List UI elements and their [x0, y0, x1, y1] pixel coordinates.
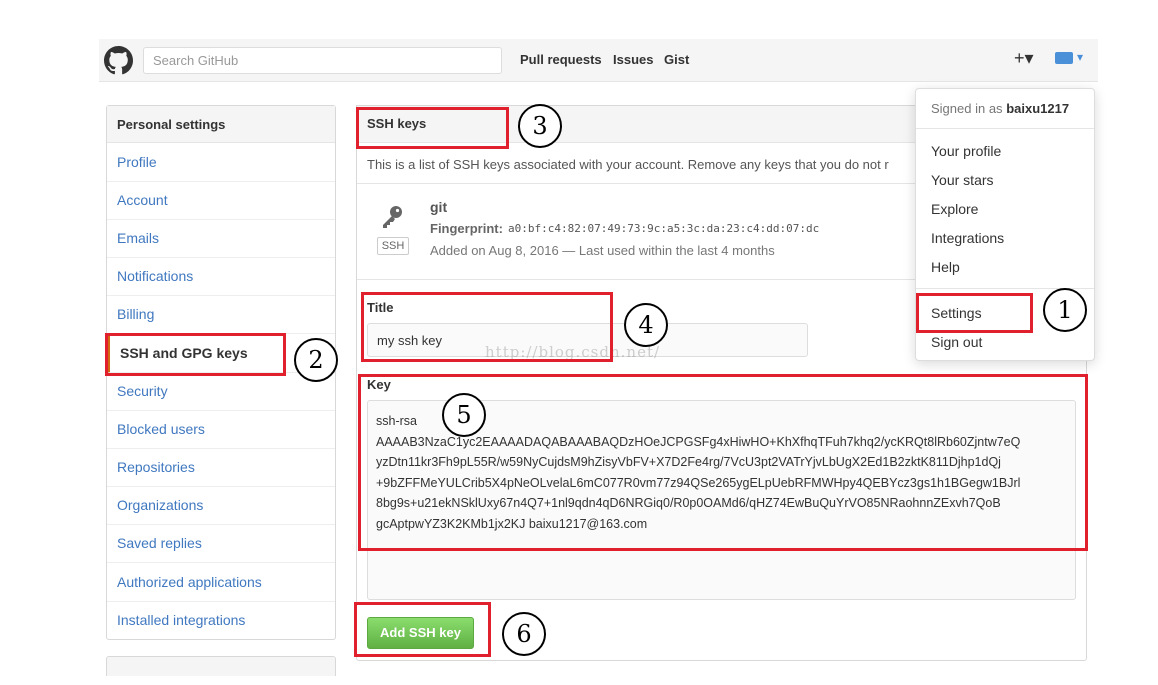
- dropdown-item-help[interactable]: Help: [931, 259, 960, 275]
- github-logo-icon[interactable]: [104, 46, 133, 75]
- dropdown-divider: [916, 128, 1094, 129]
- sidebar-item-profile[interactable]: Profile: [107, 144, 335, 182]
- signed-in-username: baixu1217: [1006, 101, 1070, 116]
- sidebar-item-account[interactable]: Account: [107, 182, 335, 220]
- search-input[interactable]: Search GitHub: [143, 47, 502, 74]
- sidebar-item-security[interactable]: Security: [107, 373, 335, 411]
- sidebar-item-authorized-applications[interactable]: Authorized applications: [107, 564, 335, 602]
- annotation-box-settings: [916, 293, 1033, 333]
- dropdown-item-your-profile[interactable]: Your profile: [931, 143, 1001, 159]
- key-name: git: [430, 199, 448, 215]
- key-icon: [378, 202, 406, 230]
- sidebar-heading: Personal settings: [107, 106, 335, 143]
- annotation-circle-1: 1: [1043, 288, 1087, 332]
- key-fingerprint-label: Fingerprint:: [430, 221, 503, 236]
- annotation-circle-4: 4: [624, 303, 668, 347]
- key-added-info: Added on Aug 8, 2016 — Last used within …: [430, 243, 775, 258]
- sidebar-item-notifications[interactable]: Notifications: [107, 258, 335, 296]
- annotation-circle-3: 3: [518, 104, 562, 148]
- annotation-box-add-button: [354, 602, 491, 657]
- sidebar-item-emails[interactable]: Emails: [107, 220, 335, 258]
- nav-gist[interactable]: Gist: [664, 52, 689, 67]
- annotation-box-ssh-keys: [356, 107, 509, 149]
- annotation-circle-6: 6: [502, 612, 546, 656]
- annotation-circle-2: 2: [294, 338, 338, 382]
- signed-in-as: Signed in as baixu1217: [931, 101, 1069, 116]
- dropdown-item-integrations[interactable]: Integrations: [931, 230, 1004, 246]
- dropdown-item-explore[interactable]: Explore: [931, 201, 978, 217]
- annotation-box-sidebar-ssh: [105, 333, 286, 376]
- sidebar-item-billing[interactable]: Billing: [107, 296, 335, 334]
- dropdown-item-your-stars[interactable]: Your stars: [931, 172, 994, 188]
- ssh-badge: SSH: [377, 237, 409, 255]
- key-fingerprint: a0:bf:c4:82:07:49:73:9c:a5:3c:da:23:c4:d…: [508, 222, 820, 235]
- sidebar-item-saved-replies[interactable]: Saved replies: [107, 525, 335, 563]
- sidebar-item-blocked-users[interactable]: Blocked users: [107, 411, 335, 449]
- ssh-keys-description: This is a list of SSH keys associated wi…: [367, 157, 889, 172]
- create-new-button[interactable]: +▾: [1014, 48, 1034, 69]
- annotation-box-title: [361, 292, 613, 362]
- nav-pull-requests[interactable]: Pull requests: [520, 52, 602, 67]
- nav-issues[interactable]: Issues: [613, 52, 653, 67]
- avatar[interactable]: [1055, 52, 1073, 64]
- dropdown-item-sign-out[interactable]: Sign out: [931, 334, 982, 350]
- sidebar-item-organizations[interactable]: Organizations: [107, 487, 335, 525]
- sidebar-item-installed-integrations[interactable]: Installed integrations: [107, 602, 335, 640]
- sidebar-item-repositories[interactable]: Repositories: [107, 449, 335, 487]
- avatar-caret-icon[interactable]: ▾: [1077, 50, 1083, 64]
- annotation-circle-5: 5: [442, 393, 486, 437]
- sidebar-second-box: [106, 656, 336, 676]
- signed-in-prefix: Signed in as: [931, 101, 1003, 116]
